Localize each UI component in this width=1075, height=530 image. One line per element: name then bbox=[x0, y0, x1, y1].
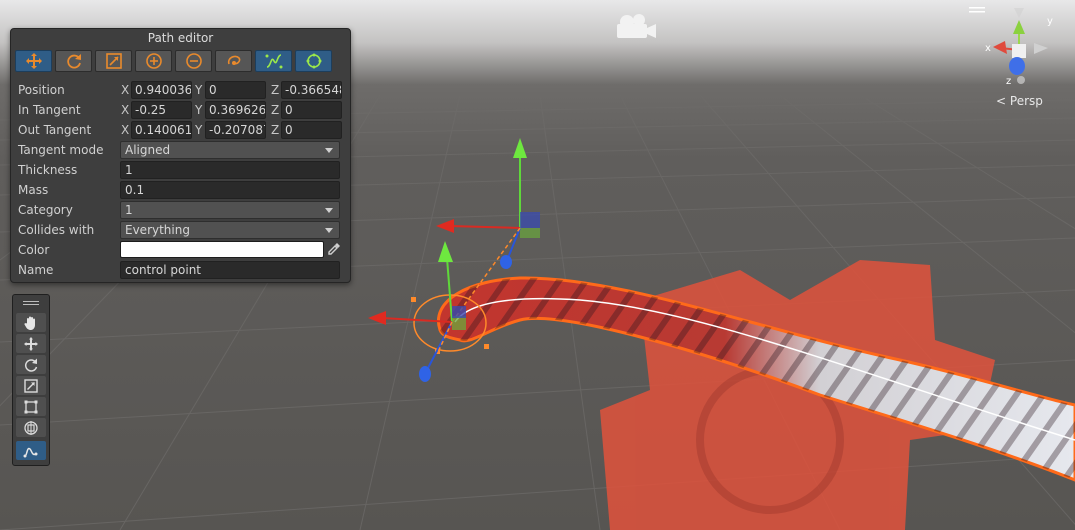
chevron-left-icon: < bbox=[996, 94, 1007, 108]
orient-tool-button[interactable] bbox=[215, 50, 252, 72]
move-icon bbox=[24, 336, 38, 351]
position-z-field[interactable]: -0.366548 bbox=[281, 81, 342, 99]
out-tangent-x-label: X bbox=[121, 123, 130, 137]
in-tangent-x-label: X bbox=[121, 103, 130, 117]
move-tool-button[interactable] bbox=[15, 50, 52, 72]
gizmo-axis-y: y bbox=[1047, 16, 1053, 27]
color-row: Color bbox=[18, 241, 344, 259]
out-tangent-z-field[interactable]: 0 bbox=[281, 121, 342, 139]
category-row: Category 1 bbox=[18, 201, 344, 219]
remove-point-tool-button[interactable] bbox=[175, 50, 212, 72]
rect-tool-button[interactable] bbox=[16, 397, 46, 416]
out-tangent-y-label: Y bbox=[195, 123, 203, 137]
color-swatch[interactable] bbox=[120, 241, 324, 258]
in-tangent-z-field[interactable]: 0 bbox=[281, 101, 342, 119]
add-point-tool-button[interactable] bbox=[135, 50, 172, 72]
move-tool-button-palette[interactable] bbox=[16, 334, 46, 353]
position-x-label: X bbox=[121, 83, 130, 97]
gizmo-axis-z: z bbox=[1006, 76, 1011, 87]
projection-label: Persp bbox=[1009, 94, 1043, 108]
in-tangent-x-field[interactable]: -0.25 bbox=[131, 101, 192, 119]
projection-toggle[interactable]: < Persp bbox=[996, 94, 1043, 108]
mass-field[interactable]: 0.1 bbox=[120, 181, 340, 199]
bezier-icon bbox=[265, 54, 282, 69]
in-tangent-z-label: Z bbox=[271, 103, 280, 117]
scale-tool-button[interactable] bbox=[95, 50, 132, 72]
scale-icon bbox=[24, 378, 38, 393]
bezier-tool-button[interactable] bbox=[255, 50, 292, 72]
menu-icon[interactable] bbox=[969, 7, 985, 13]
thickness-field[interactable]: 1 bbox=[120, 161, 340, 179]
rotate-tool-button-palette[interactable] bbox=[16, 355, 46, 374]
position-x-field[interactable]: 0.940036 bbox=[131, 81, 192, 99]
color-label: Color bbox=[18, 243, 50, 257]
tangent-mode-row: Tangent mode Aligned bbox=[18, 141, 344, 159]
out-tangent-row: Out Tangent X 0.1400613 Y -0.207087 Z 0 bbox=[18, 121, 344, 139]
remove-point-icon bbox=[185, 53, 202, 69]
drag-handle[interactable] bbox=[23, 301, 39, 302]
out-tangent-z-label: Z bbox=[271, 123, 280, 137]
scale-icon bbox=[105, 53, 122, 69]
panel-title: Path editor bbox=[147, 31, 214, 45]
path-editor-panel: Path editor Position X 0.940036 Y 0 Z -0… bbox=[10, 28, 351, 283]
collides-with-label: Collides with bbox=[18, 223, 95, 237]
scene-tools-palette bbox=[12, 294, 50, 466]
name-field[interactable]: control point bbox=[120, 261, 340, 279]
position-z-label: Z bbox=[271, 83, 280, 97]
closed-path-tool-button[interactable] bbox=[295, 50, 332, 72]
hand-tool-button[interactable] bbox=[16, 313, 46, 332]
thickness-label: Thickness bbox=[18, 163, 78, 177]
path-tools-toolbar bbox=[15, 50, 332, 72]
position-y-label: Y bbox=[195, 83, 203, 97]
custom-path-tool-button[interactable] bbox=[16, 441, 46, 460]
mass-label: Mass bbox=[18, 183, 49, 197]
tangent-mode-label: Tangent mode bbox=[18, 143, 104, 157]
category-dropdown[interactable]: 1 bbox=[120, 201, 340, 219]
in-tangent-row: In Tangent X -0.25 Y 0.3696260 Z 0 bbox=[18, 101, 344, 119]
add-point-icon bbox=[145, 53, 162, 69]
thickness-row: Thickness 1 bbox=[18, 161, 344, 179]
out-tangent-x-field[interactable]: 0.1400613 bbox=[131, 121, 192, 139]
rotate-icon bbox=[24, 358, 38, 372]
closed-path-icon bbox=[306, 53, 321, 69]
mass-row: Mass 0.1 bbox=[18, 181, 344, 199]
scale-tool-button-palette[interactable] bbox=[16, 376, 46, 395]
move-icon bbox=[25, 53, 42, 69]
collides-with-dropdown[interactable]: Everything bbox=[120, 221, 340, 239]
rotate-icon bbox=[66, 54, 81, 69]
position-y-field[interactable]: 0 bbox=[205, 81, 266, 99]
in-tangent-y-label: Y bbox=[195, 103, 203, 117]
transform-icon bbox=[24, 420, 38, 435]
rotate-tool-button[interactable] bbox=[55, 50, 92, 72]
gizmo-axis-x: x bbox=[985, 43, 991, 54]
name-label: Name bbox=[18, 263, 54, 277]
position-row: Position X 0.940036 Y 0 Z -0.366548 bbox=[18, 81, 344, 99]
orient-icon bbox=[227, 55, 240, 65]
out-tangent-y-field[interactable]: -0.207087 bbox=[205, 121, 266, 139]
position-label: Position bbox=[18, 83, 65, 97]
eyedropper-icon[interactable] bbox=[327, 242, 341, 256]
in-tangent-y-field[interactable]: 0.3696260 bbox=[205, 101, 266, 119]
tangent-mode-dropdown[interactable]: Aligned bbox=[120, 141, 340, 159]
hand-icon bbox=[24, 316, 35, 330]
rect-icon bbox=[24, 400, 38, 413]
out-tangent-label: Out Tangent bbox=[18, 123, 92, 137]
in-tangent-label: In Tangent bbox=[18, 103, 81, 117]
custom-path-icon bbox=[23, 447, 38, 457]
name-row: Name control point bbox=[18, 261, 344, 279]
collides-with-row: Collides with Everything bbox=[18, 221, 344, 239]
transform-tool-button[interactable] bbox=[16, 418, 46, 437]
category-label: Category bbox=[18, 203, 73, 217]
